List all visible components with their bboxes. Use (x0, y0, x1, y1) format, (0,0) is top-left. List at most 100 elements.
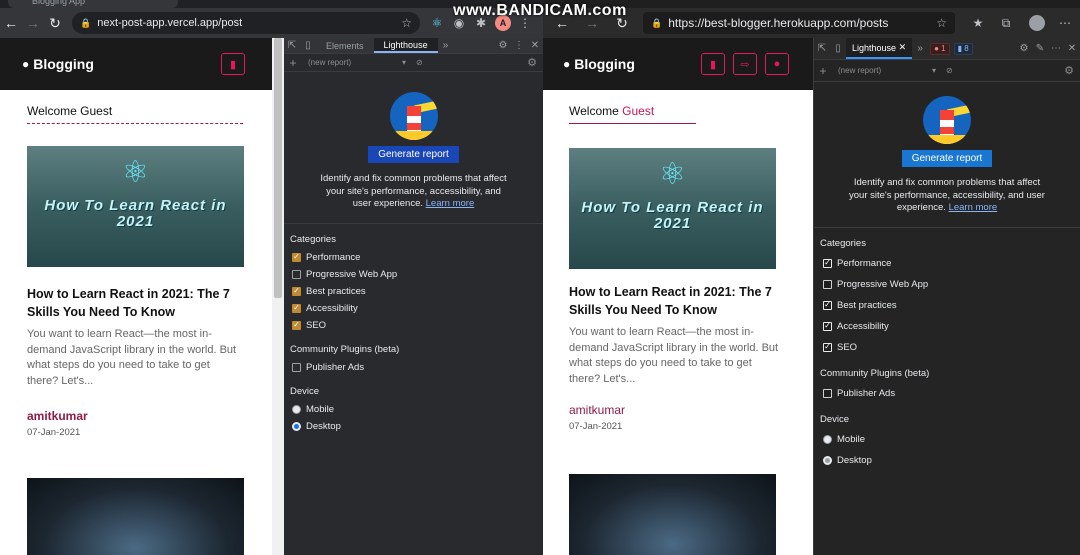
blog-nav-button[interactable]: ▮ (701, 53, 725, 75)
profile-avatar[interactable]: A (495, 15, 511, 31)
checkbox-unchecked-icon[interactable] (823, 388, 832, 398)
close-icon[interactable]: ✕ (527, 40, 543, 51)
checkbox-best-practices[interactable]: ✓ Best practices (823, 295, 1080, 316)
forward-button[interactable]: → (22, 12, 44, 34)
checkbox-checked-icon[interactable]: ✓ (823, 321, 832, 331)
back-button[interactable]: ← (0, 12, 22, 34)
checkbox-checked-icon[interactable]: ✓ (292, 303, 301, 313)
blog-nav-button[interactable]: ▮ (221, 53, 245, 75)
dropdown-arrow-icon[interactable]: ▾ (402, 58, 406, 67)
learn-more-link[interactable]: Learn more (426, 198, 475, 209)
bookmark-star-icon[interactable]: ☆ (401, 16, 412, 30)
report-select[interactable]: (new report) (832, 66, 932, 75)
second-post-image[interactable] (569, 474, 776, 555)
radio-unselected-icon[interactable] (292, 404, 301, 414)
checkbox-unchecked-icon[interactable] (292, 362, 301, 372)
checkbox-checked-icon[interactable]: ✓ (292, 252, 301, 262)
post-author[interactable]: amitkumar (27, 409, 272, 423)
checkbox-performance[interactable]: ✓ Performance (292, 249, 543, 266)
user-button[interactable]: ● (765, 53, 789, 75)
post-title[interactable]: How to Learn React in 2021: The 7 Skills… (569, 283, 781, 319)
page-scrollbar[interactable] (272, 38, 284, 555)
react-devtools-extension-icon[interactable]: ⚛ (428, 14, 446, 32)
learn-more-link[interactable]: Learn more (949, 202, 998, 213)
close-icon[interactable]: ✕ (1064, 43, 1080, 54)
site-brand[interactable]: ● Blogging (563, 56, 693, 72)
add-favorite-icon[interactable]: ☆ (936, 16, 947, 30)
inspect-icon[interactable]: ⇱ (814, 43, 830, 54)
feedback-icon[interactable]: ✎ (1032, 43, 1048, 54)
post-author[interactable]: amitkumar (569, 403, 813, 417)
radio-desktop[interactable]: Desktop (292, 418, 543, 435)
checkbox-performance[interactable]: ✓ Performance (823, 253, 1080, 274)
forward-button[interactable]: → (581, 12, 603, 34)
report-select[interactable]: (new report) (302, 58, 402, 67)
checkbox-checked-icon[interactable]: ✓ (292, 320, 301, 330)
checkbox-publisher-ads[interactable]: Publisher Ads (823, 383, 1080, 404)
checkbox-seo[interactable]: ✓ SEO (292, 317, 543, 334)
extensions-puzzle-icon[interactable]: ✱ (472, 14, 490, 32)
back-button[interactable]: ← (551, 12, 573, 34)
generate-report-button[interactable]: Generate report (901, 150, 993, 167)
tab-lighthouse[interactable]: Lighthouse ✕ (846, 38, 913, 59)
tab-lighthouse[interactable]: Lighthouse (373, 38, 438, 53)
post-hero-image[interactable]: ⚛ How To Learn React in 2021 (569, 148, 776, 269)
checkbox-progressive-web-app[interactable]: Progressive Web App (292, 266, 543, 283)
checkbox-publisher-ads[interactable]: Publisher Ads (292, 359, 543, 376)
new-report-plus-icon[interactable]: + (814, 64, 832, 78)
tab-elements[interactable]: Elements (316, 38, 374, 53)
address-bar[interactable]: 🔒 next-post-app.vercel.app/post ☆ (72, 12, 420, 34)
menu-kebab-icon[interactable]: ⋮ (516, 14, 534, 32)
lighthouse-settings-icon[interactable]: ⚙ (527, 56, 537, 69)
checkbox-checked-icon[interactable]: ✓ (823, 300, 832, 310)
checkbox-unchecked-icon[interactable] (823, 279, 832, 289)
generate-report-button[interactable]: Generate report (368, 146, 459, 163)
inspect-icon[interactable]: ⇱ (284, 40, 300, 51)
extension-target-icon[interactable]: ◉ (450, 14, 468, 32)
checkbox-unchecked-icon[interactable] (292, 269, 301, 279)
favorites-icon[interactable]: ★ (969, 14, 987, 32)
scrollbar-thumb[interactable] (274, 38, 282, 298)
checkbox-checked-icon[interactable]: ✓ (823, 258, 832, 268)
post-title[interactable]: How to Learn React in 2021: The 7 Skills… (27, 285, 243, 321)
device-toggle-icon[interactable]: ▯ (830, 43, 846, 54)
radio-mobile[interactable]: Mobile (823, 429, 1080, 450)
radio-mobile[interactable]: Mobile (292, 401, 543, 418)
new-report-plus-icon[interactable]: + (284, 56, 302, 70)
collections-icon[interactable]: ⧉ (997, 14, 1015, 32)
checkbox-accessibility[interactable]: ✓ Accessibility (292, 300, 543, 317)
profile-avatar[interactable] (1029, 15, 1045, 31)
reload-button[interactable]: ↻ (44, 12, 66, 34)
clear-icon[interactable]: ⊘ (946, 66, 953, 75)
radio-unselected-icon[interactable] (823, 434, 832, 444)
checkbox-checked-icon[interactable]: ✓ (823, 342, 832, 352)
device-toggle-icon[interactable]: ▯ (300, 40, 316, 51)
second-post-image[interactable] (27, 478, 244, 555)
browser-tab[interactable]: Blogging App (8, 0, 178, 8)
message-count-badge[interactable]: ▮ 8 (953, 42, 973, 55)
devtools-menu-icon[interactable]: ⋯ (1048, 43, 1064, 54)
radio-selected-icon[interactable] (823, 455, 832, 465)
checkbox-accessibility[interactable]: ✓ Accessibility (823, 316, 1080, 337)
reload-button[interactable]: ↻ (611, 12, 633, 34)
checkbox-best-practices[interactable]: ✓ Best practices (292, 283, 543, 300)
lighthouse-settings-icon[interactable]: ⚙ (1064, 64, 1074, 77)
dropdown-arrow-icon[interactable]: ▾ (932, 66, 936, 75)
checkbox-checked-icon[interactable]: ✓ (292, 286, 301, 296)
radio-desktop[interactable]: Desktop (823, 450, 1080, 471)
settings-gear-icon[interactable]: ⚙ (495, 40, 511, 51)
tab-close-icon[interactable]: ✕ (899, 42, 907, 53)
settings-gear-icon[interactable]: ⚙ (1016, 43, 1032, 54)
error-count-badge[interactable]: ● 1 (930, 42, 950, 55)
checkbox-seo[interactable]: ✓ SEO (823, 337, 1080, 358)
menu-dots-icon[interactable]: ⋯ (1056, 14, 1074, 32)
more-tabs-icon[interactable]: » (912, 43, 928, 54)
checkbox-progressive-web-app[interactable]: Progressive Web App (823, 274, 1080, 295)
login-button[interactable]: ⇨ (733, 53, 757, 75)
radio-selected-icon[interactable] (292, 421, 301, 431)
more-tabs-icon[interactable]: » (438, 40, 454, 51)
site-brand[interactable]: ● Blogging (22, 56, 213, 72)
address-bar[interactable]: 🔒 https://best-blogger.herokuapp.com/pos… (643, 12, 955, 34)
post-hero-image[interactable]: ⚛ How To Learn React in 2021 (27, 146, 244, 267)
devtools-menu-icon[interactable]: ⋮ (511, 40, 527, 51)
